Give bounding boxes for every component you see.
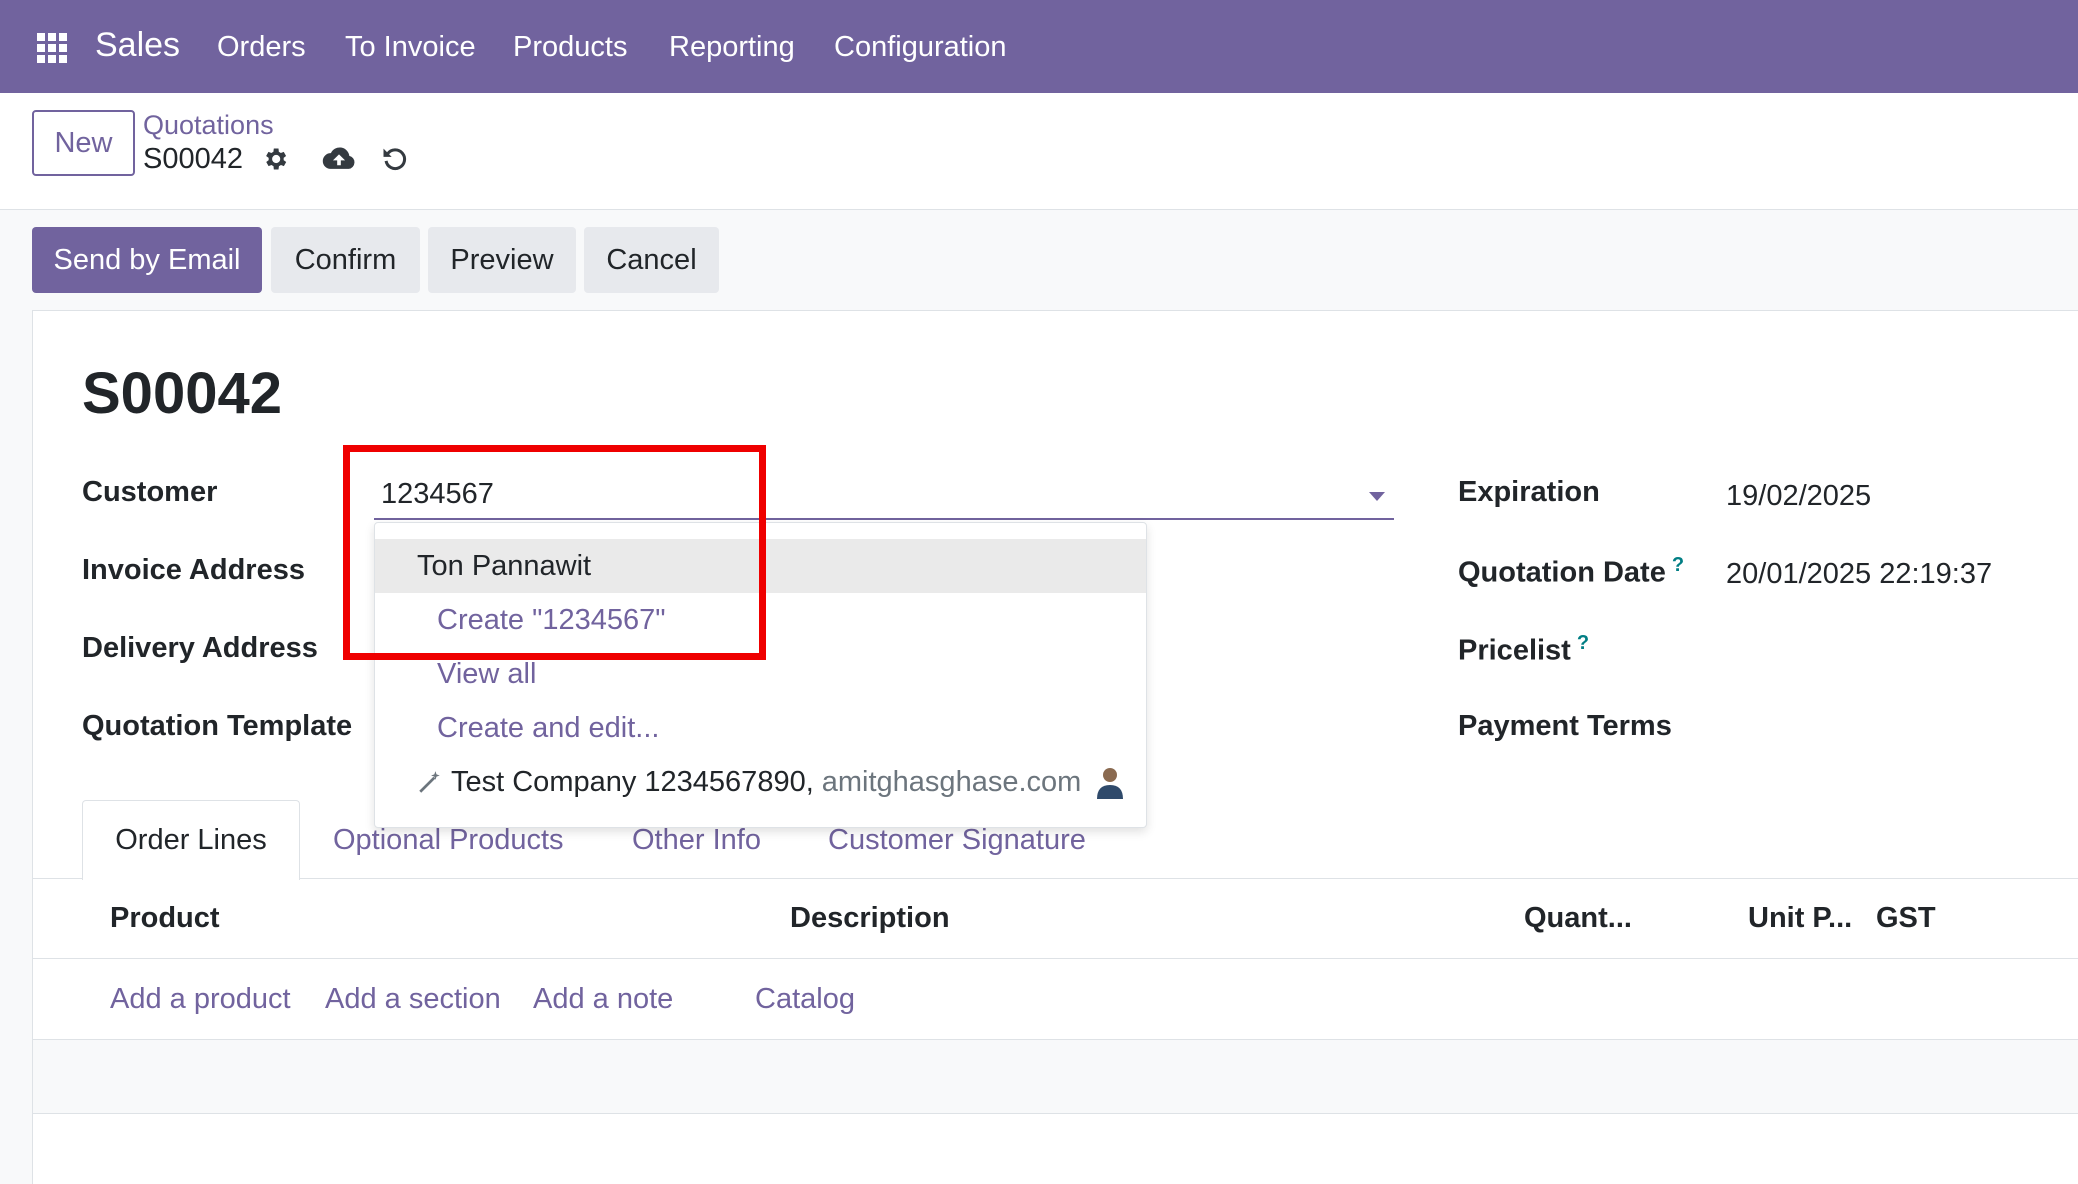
tab-other-info[interactable]: Other Info <box>632 824 761 857</box>
cancel-button[interactable]: Cancel <box>584 227 719 293</box>
delivery-address-label: Delivery Address <box>82 632 318 664</box>
menu-configuration[interactable]: Configuration <box>834 31 1007 64</box>
expiration-value[interactable]: 19/02/2025 <box>1726 480 1871 513</box>
add-note-link[interactable]: Add a note <box>533 983 673 1016</box>
menu-products[interactable]: Products <box>513 31 627 64</box>
breadcrumb-current: S00042 <box>143 143 243 175</box>
undo-icon[interactable] <box>380 143 408 173</box>
help-icon[interactable]: ? <box>1672 554 1684 576</box>
dropdown-create-option[interactable]: Create "1234567" <box>375 593 1146 647</box>
column-quantity[interactable]: Quant... <box>1524 902 1632 935</box>
customer-label: Customer <box>82 476 218 508</box>
preview-button[interactable]: Preview <box>428 227 576 293</box>
quotation-template-label: Quotation Template <box>82 710 353 742</box>
column-unit-price[interactable]: Unit P... <box>1748 902 1852 935</box>
confirm-button[interactable]: Confirm <box>271 227 420 293</box>
apps-grid-icon[interactable] <box>37 33 67 63</box>
tab-order-lines[interactable]: Order Lines <box>82 800 300 880</box>
tab-optional-products[interactable]: Optional Products <box>333 824 564 857</box>
top-navbar: Sales Orders To Invoice Products Reporti… <box>0 0 2078 93</box>
pricelist-label: Pricelist? <box>1458 632 1590 667</box>
avatar <box>1097 768 1124 799</box>
catalog-link[interactable]: Catalog <box>755 983 855 1016</box>
table-header-divider <box>33 958 2078 959</box>
menu-orders[interactable]: Orders <box>217 31 306 64</box>
payment-terms-label: Payment Terms <box>1458 710 1672 742</box>
table-empty-row <box>33 1040 2078 1114</box>
add-section-link[interactable]: Add a section <box>325 983 501 1016</box>
invoice-address-label: Invoice Address <box>82 554 305 586</box>
tab-customer-signature[interactable]: Customer Signature <box>828 824 1086 857</box>
menu-reporting[interactable]: Reporting <box>669 31 795 64</box>
expiration-label: Expiration <box>1458 476 1600 508</box>
breadcrumb-quotations[interactable]: Quotations <box>143 110 274 141</box>
menu-to-invoice[interactable]: To Invoice <box>345 31 476 64</box>
control-panel: New Quotations S00042 <box>0 93 2078 210</box>
tab-divider <box>33 878 2078 879</box>
record-title: S00042 <box>82 361 282 426</box>
quotation-date-label: Quotation Date? <box>1458 554 1685 589</box>
dropdown-view-all[interactable]: View all <box>375 647 1146 701</box>
caret-down-icon[interactable] <box>1369 492 1385 501</box>
dropdown-option-test-company[interactable]: Test Company 1234567890, amitghasghase.c… <box>375 755 1146 809</box>
column-gst[interactable]: GST <box>1876 902 1936 935</box>
customer-autocomplete-dropdown: Ton Pannawit Create "1234567" View all C… <box>374 522 1147 828</box>
column-product[interactable]: Product <box>110 902 220 935</box>
company-name: Test Company 1234567890, <box>451 765 814 798</box>
help-icon[interactable]: ? <box>1577 632 1589 654</box>
dropdown-option-ton-pannawit[interactable]: Ton Pannawit <box>375 539 1146 593</box>
magic-wand-icon <box>419 771 440 793</box>
cloud-upload-icon[interactable] <box>322 143 356 173</box>
column-description[interactable]: Description <box>790 902 950 935</box>
dropdown-create-and-edit[interactable]: Create and edit... <box>375 701 1146 755</box>
company-email: amitghasghase.com <box>821 765 1082 798</box>
quotation-date-value[interactable]: 20/01/2025 22:19:37 <box>1726 558 1992 591</box>
new-button[interactable]: New <box>32 110 135 176</box>
add-product-link[interactable]: Add a product <box>110 983 291 1016</box>
send-by-email-button[interactable]: Send by Email <box>32 227 262 293</box>
gear-icon[interactable] <box>261 145 289 173</box>
customer-input[interactable] <box>374 470 1394 520</box>
app-brand[interactable]: Sales <box>95 26 180 65</box>
